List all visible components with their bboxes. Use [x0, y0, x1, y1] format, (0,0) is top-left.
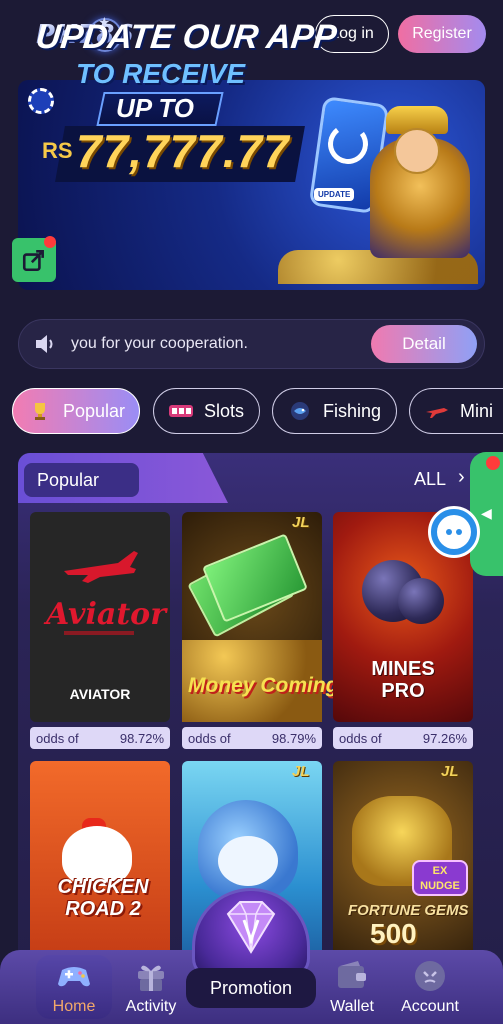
bomb-icon	[398, 578, 444, 624]
provider-tag: JL	[292, 514, 310, 531]
game-title-number: 500	[370, 918, 417, 949]
fortune-god-face	[394, 128, 440, 174]
tab-slots-label: Slots	[204, 400, 245, 421]
plane-icon	[426, 408, 448, 418]
tab-slots[interactable]: Slots	[153, 388, 260, 434]
shark-belly	[218, 836, 278, 886]
tab-mini-label: Mini	[460, 400, 494, 421]
account-icon	[415, 961, 445, 991]
chat-icon	[437, 515, 471, 549]
nav-wallet[interactable]: Wallet	[307, 958, 397, 1024]
badge-line1: EX	[432, 865, 448, 877]
detail-button[interactable]: Detail	[371, 325, 477, 363]
tab-popular[interactable]: Popular	[12, 388, 140, 434]
nav-activity[interactable]: Activity	[106, 958, 196, 1024]
ex-nudge-badge: EX NUDGE	[412, 860, 468, 896]
fish-icon	[291, 402, 309, 420]
provider-tag: JL	[441, 763, 459, 780]
game-title: Money Coming	[188, 674, 339, 697]
odds-label: odds of	[188, 730, 231, 746]
tab-fishing[interactable]: Fishing	[272, 388, 397, 434]
game-title-line1: MINES	[371, 658, 435, 680]
slot-machine-icon	[169, 405, 193, 417]
odds-bar: odds of 98.72%	[30, 727, 170, 749]
game-title: FORTUNE GEMS	[348, 902, 469, 919]
odds-value: 98.72%	[119, 730, 164, 746]
game-title-line2: ROAD 2	[65, 898, 141, 920]
nav-promotion-label[interactable]: Promotion	[186, 978, 316, 999]
game-title: MINES PRO	[333, 658, 473, 702]
odds-bar: odds of 97.26%	[333, 727, 473, 749]
odds-bar: odds of 98.79%	[182, 727, 322, 749]
banner-amount: 77,777.77	[76, 125, 290, 177]
badge-line2: NUDGE	[420, 880, 460, 892]
wallet-icon	[338, 961, 366, 988]
share-icon	[22, 250, 44, 272]
chevron-left-icon[interactable]: ◀	[481, 505, 492, 522]
chevron-right-icon[interactable]: ›	[458, 466, 465, 489]
speaker-icon	[36, 335, 53, 353]
chat-support-button[interactable]	[428, 506, 480, 558]
banner-upto: UP TO	[116, 93, 195, 123]
odds-label: odds of	[36, 730, 79, 746]
diamond-icon	[226, 901, 276, 954]
banner-headline: UPDATE OUR APP	[34, 18, 339, 56]
banner-currency: RS	[42, 138, 73, 163]
notification-dot	[44, 236, 56, 248]
tab-mini[interactable]: Mini	[409, 388, 503, 434]
nav-activity-label: Activity	[125, 998, 177, 1015]
plane-icon	[64, 551, 138, 583]
banner-subheadline: TO RECEIVE	[76, 58, 246, 89]
provider-tag: JL	[292, 763, 310, 780]
nav-account-label: Account	[401, 998, 459, 1015]
view-all-link[interactable]: ALL	[414, 469, 446, 490]
aviator-underline	[64, 631, 134, 635]
chat-dots-icon	[446, 529, 462, 535]
tab-popular-label: Popular	[63, 400, 126, 421]
odds-value: 97.26%	[422, 730, 467, 746]
game-title: AVIATOR	[69, 686, 131, 702]
nav-home-label: Home	[52, 998, 96, 1015]
aviator-logo: Aviator	[46, 597, 166, 632]
tab-fishing-label: Fishing	[323, 400, 382, 421]
section-title: Popular	[24, 463, 139, 497]
gift-icon	[138, 965, 164, 991]
notice-text: you for your cooperation.	[71, 335, 248, 352]
trophy-icon	[35, 403, 45, 420]
odds-value: 98.79%	[271, 730, 316, 746]
chip-icon	[28, 88, 54, 114]
game-title-line1: CHICKEN	[57, 876, 149, 898]
register-button[interactable]: Register	[398, 15, 486, 53]
notification-dot	[486, 456, 500, 470]
nav-wallet-label: Wallet	[330, 998, 374, 1015]
promo-banner[interactable]: UPDATE	[18, 80, 485, 290]
gamepad-icon	[58, 967, 90, 987]
game-title-line2: PRO	[381, 680, 425, 702]
game-title: CHICKEN ROAD 2	[48, 876, 158, 920]
update-tag: UPDATE	[314, 188, 355, 201]
nav-account[interactable]: Account	[385, 958, 475, 1024]
odds-label: odds of	[339, 730, 382, 746]
